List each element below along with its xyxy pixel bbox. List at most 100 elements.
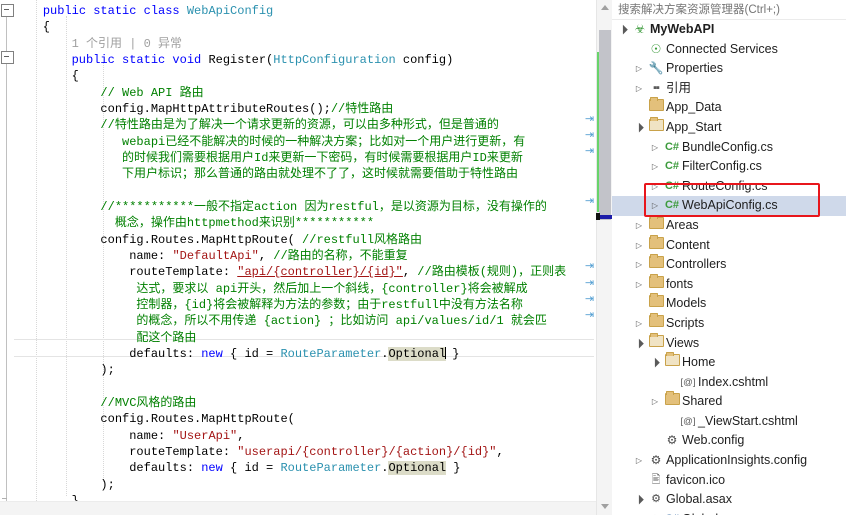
tree-item-icon: ▪▪ bbox=[648, 79, 664, 99]
expander-icon[interactable]: ▷ bbox=[634, 236, 644, 256]
code-token: config.Routes.MapHttpRoute( bbox=[14, 412, 295, 426]
outlining-margin[interactable] bbox=[0, 0, 14, 515]
code-line: 的概念，所以不用传递 {action} ；比如访问 api/values/id/… bbox=[14, 313, 546, 330]
tree-item[interactable]: ▷ C# BundleConfig.cs bbox=[612, 138, 846, 158]
connected-services-icon: ☉ bbox=[650, 41, 662, 56]
code-token: 配这个路由 bbox=[136, 331, 197, 345]
tree-item-icon: C# bbox=[664, 196, 680, 216]
tree-item[interactable]: ▷ Content bbox=[612, 234, 846, 256]
tree-item[interactable]: ▷ Areas bbox=[612, 214, 846, 236]
tree-item-label: FilterConfig.cs bbox=[682, 159, 762, 174]
tree-item[interactable]: ◢ ☣ MyWebAPI bbox=[612, 20, 846, 40]
expander-icon[interactable]: ◢ bbox=[645, 509, 666, 515]
code-token: HttpConfiguration bbox=[273, 53, 396, 67]
expander-icon[interactable]: ▷ bbox=[650, 177, 660, 197]
tree-item[interactable]: App_Data bbox=[612, 97, 846, 118]
tree-item-label: fonts bbox=[666, 276, 694, 291]
solution-tree[interactable]: ◢ ☣ MyWebAPI ☉ Connected Services ▷ 🔧 Propertie… bbox=[612, 20, 846, 515]
code-line: name: "UserApi", bbox=[14, 428, 244, 445]
tree-item[interactable]: ◢C#Global.asax.cs bbox=[612, 510, 846, 515]
expander-icon[interactable]: ▷ bbox=[634, 255, 644, 275]
scroll-down-button[interactable] bbox=[597, 499, 612, 515]
tree-item-icon: ⚙ bbox=[664, 431, 680, 452]
expander-icon[interactable]: ▷ bbox=[634, 451, 644, 471]
expander-icon[interactable]: ▷ bbox=[650, 392, 660, 412]
tree-item[interactable]: ▷ Shared bbox=[612, 391, 846, 412]
expander-icon[interactable]: ▷ bbox=[634, 79, 644, 99]
expander-icon[interactable]: ▷ bbox=[650, 157, 660, 177]
tree-item-icon: 🔧 bbox=[648, 59, 664, 80]
expander-icon[interactable]: ▷ bbox=[634, 275, 644, 295]
editor-horizontal-scrollbar[interactable] bbox=[0, 501, 596, 515]
tree-item-icon: C# bbox=[664, 157, 680, 177]
expander-icon[interactable]: ▷ bbox=[634, 216, 644, 236]
code-text-surface[interactable]: public static class WebApiConfig { 1 个引用… bbox=[14, 0, 594, 515]
tree-item[interactable]: 🖹 favicon.ico bbox=[612, 471, 846, 491]
code-line: { bbox=[14, 19, 50, 36]
tree-item-label: MyWebAPI bbox=[650, 22, 715, 36]
tree-item-selected[interactable]: ▷ C# WebApiConfig.cs bbox=[612, 196, 846, 216]
code-token: } bbox=[446, 461, 461, 475]
scrollbar-thumb[interactable] bbox=[599, 30, 611, 220]
code-token: //MVC风格的路由 bbox=[100, 396, 197, 410]
tree-item[interactable]: ☉ Connected Services bbox=[612, 40, 846, 60]
expander-icon[interactable]: ◢ bbox=[613, 20, 634, 40]
code-token: 的时候我们需要根据用户Id来更新一下密码，有时候需要根据用户ID来更新 bbox=[122, 151, 523, 165]
tree-item[interactable]: ▷ 🔧 Properties bbox=[612, 59, 846, 79]
tree-item[interactable]: ◢ ⚙ Global.asax bbox=[612, 490, 846, 510]
collapse-box-class[interactable] bbox=[1, 4, 14, 17]
collapse-box-method[interactable] bbox=[1, 51, 14, 64]
tree-item[interactable]: ▷ Scripts bbox=[612, 312, 846, 334]
expander-icon[interactable]: ▷ bbox=[634, 59, 644, 79]
tree-item-label: RouteConfig.cs bbox=[682, 178, 768, 193]
expander-icon[interactable]: ◢ bbox=[629, 490, 650, 511]
code-line: // Web API 路由 bbox=[14, 85, 203, 102]
tree-item-label: Models bbox=[666, 296, 707, 311]
expander-icon[interactable]: ◢ bbox=[629, 117, 650, 138]
tree-item-label: ApplicationInsights.config bbox=[666, 453, 808, 468]
tree-item[interactable]: ◢ Home bbox=[612, 352, 846, 373]
tree-item[interactable]: ▷ C# FilterConfig.cs bbox=[612, 157, 846, 177]
code-token: 1 个引用 | 0 异常 bbox=[71, 37, 183, 51]
expander-icon[interactable]: ▷ bbox=[650, 138, 660, 158]
tree-item[interactable]: [@] _ViewStart.cshtml bbox=[612, 412, 846, 432]
expander-icon[interactable]: ◢ bbox=[645, 352, 666, 373]
tree-item[interactable]: ▷ ⚙ ApplicationInsights.config bbox=[612, 451, 846, 471]
tree-item-icon: C# bbox=[664, 510, 680, 515]
search-input[interactable] bbox=[616, 1, 842, 19]
solution-explorer-pane[interactable]: ◢☣MyWebAPI☉Connected Services▷🔧Propertie… bbox=[612, 0, 846, 515]
tree-item-icon bbox=[648, 97, 664, 118]
solution-explorer-search[interactable] bbox=[612, 0, 846, 20]
tree-item[interactable]: ▷ fonts bbox=[612, 273, 846, 295]
code-line: config.Routes.MapHttpRoute( bbox=[14, 411, 295, 428]
tree-item[interactable]: ◢ Views bbox=[612, 332, 846, 354]
expander-icon[interactable]: ▷ bbox=[634, 314, 644, 334]
tree-item-label: Areas bbox=[666, 217, 699, 232]
tree-item[interactable]: ◢ App_Start bbox=[612, 116, 846, 138]
tree-item[interactable]: ⚙ Web.config bbox=[612, 431, 846, 451]
caret-position-marker-edge bbox=[596, 213, 600, 220]
code-line: defaults: new { id = RouteParameter.Opti… bbox=[14, 346, 460, 363]
code-token: , bbox=[402, 265, 418, 279]
tree-item[interactable]: ▷ Controllers bbox=[612, 254, 846, 275]
chevron-down-icon bbox=[601, 504, 609, 509]
editor-vertical-scrollbar[interactable] bbox=[596, 0, 612, 515]
scroll-up-button[interactable] bbox=[597, 0, 612, 16]
tree-item-label: Index.cshtml bbox=[698, 374, 769, 389]
expander-icon[interactable]: ▷ bbox=[650, 196, 660, 216]
expander-icon[interactable]: ◢ bbox=[629, 333, 650, 354]
tree-item[interactable]: [@] Index.cshtml bbox=[612, 373, 846, 393]
code-line: public static void Register(HttpConfigur… bbox=[14, 52, 454, 69]
tree-item-icon bbox=[648, 332, 664, 354]
tree-item[interactable]: Models bbox=[612, 293, 846, 314]
tree-item[interactable]: ▷ ▪▪ 引用 bbox=[612, 79, 846, 99]
code-token: , bbox=[237, 429, 245, 443]
code-editor-pane[interactable]: public static class WebApiConfig { 1 个引用… bbox=[0, 0, 612, 515]
tree-item[interactable]: ▷ C# RouteConfig.cs bbox=[612, 177, 846, 197]
